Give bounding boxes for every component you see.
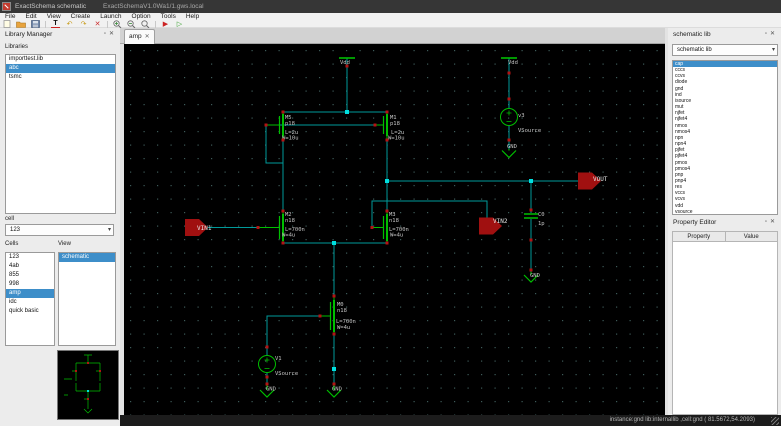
dock-close-icon[interactable]: ✕: [109, 31, 117, 37]
m3-width: W=4u: [390, 233, 403, 239]
window-subtitle: ExactSchemaV1.0Wa1/1.gws.local: [103, 0, 204, 13]
cells-label: Cells: [5, 241, 18, 247]
resize-grip-icon[interactable]: [771, 417, 779, 425]
step-icon[interactable]: ▷: [175, 21, 184, 28]
m2-width: W=4u: [282, 233, 295, 239]
symbol-library-combobox-value: schematic lib: [677, 47, 712, 53]
application-window: ExactSchema schematic ExactSchemaV1.0Wa1…: [0, 0, 781, 426]
dock-close-icon[interactable]: ✕: [770, 31, 778, 37]
tab-amp[interactable]: amp✕: [124, 29, 155, 44]
toolbar-separator: [155, 21, 156, 28]
toolbar-separator: [45, 21, 46, 28]
v1-type: VSource: [275, 371, 298, 377]
chevron-down-icon: ▾: [108, 225, 111, 236]
m0-model: n18: [337, 308, 347, 314]
delete-icon[interactable]: ✕: [93, 21, 102, 28]
tab-label: amp: [129, 33, 142, 40]
v1-name: V1: [275, 356, 282, 362]
m0-width: W=4u: [337, 325, 350, 331]
cell-item[interactable]: idc: [6, 298, 54, 307]
dock-close-icon[interactable]: ✕: [770, 219, 778, 225]
vdd-label: Vdd: [508, 60, 518, 66]
symbol-browser-panel: schematic lib ▫✕ schematic lib ▾ cap ccc…: [668, 28, 781, 216]
status-text: instance:gnd lib:internallib ,cell:gnd (…: [610, 417, 755, 423]
app-icon: [2, 2, 11, 11]
schematic-canvas[interactable]: Vdd Vdd M5 p18 L=2u W=10u: [124, 44, 665, 415]
run-icon[interactable]: ▶: [161, 21, 170, 28]
cell-item-selected[interactable]: amp: [6, 289, 54, 298]
libraries-label: Libraries: [5, 44, 28, 50]
undo-icon[interactable]: ↶: [65, 21, 74, 28]
library-manager-panel: Library Manager ▫✕ Libraries importtest.…: [0, 28, 120, 426]
gnd-label: GND: [332, 387, 342, 393]
toolbar: T ↶ ↷ ✕ ▶ ▷: [0, 21, 781, 28]
status-bar: instance:gnd lib:internallib ,cell:gnd (…: [120, 415, 781, 426]
v3-type: VSource: [518, 128, 541, 134]
c0-name: C0: [538, 212, 545, 218]
library-item-selected[interactable]: abc: [6, 64, 115, 73]
library-item[interactable]: tsmc: [6, 73, 115, 82]
property-column-header[interactable]: Property: [673, 232, 726, 241]
toolbar-separator: [107, 21, 108, 28]
redo-icon[interactable]: ↷: [79, 21, 88, 28]
cell-item[interactable]: quick basic: [6, 307, 54, 316]
cell-combobox[interactable]: 123 ▾: [5, 224, 114, 236]
save-icon[interactable]: [31, 20, 40, 28]
symbol-list[interactable]: cap cccs ccvs diode gnd ind isource mut …: [672, 60, 778, 215]
cell-combobox-value: 123: [10, 227, 20, 233]
menu-help[interactable]: Help: [181, 13, 204, 21]
gnd-label: GND: [507, 144, 517, 150]
v3-name: v3: [518, 113, 525, 119]
gnd-label: GND: [266, 387, 276, 393]
tab-close-icon[interactable]: ✕: [145, 34, 150, 40]
m1-model: p18: [390, 121, 400, 127]
library-manager-title: Library Manager: [0, 28, 120, 41]
property-table-body[interactable]: [672, 242, 778, 415]
symbol-item[interactable]: vsource: [673, 209, 777, 215]
cells-list[interactable]: 123 4ab 855 998 amp idc quick basic: [5, 252, 55, 346]
c0-value: 1p: [538, 221, 545, 227]
views-list[interactable]: schematic: [58, 252, 116, 346]
new-file-icon[interactable]: [3, 20, 11, 28]
cell-item[interactable]: 998: [6, 280, 54, 289]
m5-model: p18: [285, 121, 295, 127]
symbol-library-combobox[interactable]: schematic lib ▾: [672, 44, 778, 56]
title-bar: ExactSchema schematic ExactSchemaV1.0Wa1…: [0, 0, 781, 13]
cell-item[interactable]: 123: [6, 253, 54, 262]
value-column-header[interactable]: Value: [726, 232, 778, 241]
cell-item[interactable]: 4ab: [6, 262, 54, 271]
library-item[interactable]: importtest.lib: [6, 55, 115, 64]
libraries-list[interactable]: importtest.lib abc tsmc: [5, 54, 116, 214]
vout-label: VOUT: [593, 176, 608, 183]
gnd-label: GND: [530, 273, 540, 279]
property-editor-panel: Property Editor ▫✕ Property Value: [668, 216, 781, 426]
cell-label: cell: [5, 216, 14, 222]
view-item-selected[interactable]: schematic: [59, 253, 115, 262]
tab-bar: amp✕: [120, 28, 665, 44]
vin1-label: VIN1: [197, 225, 212, 232]
cell-item[interactable]: 855: [6, 271, 54, 280]
m1-width: W=10u: [388, 136, 405, 142]
window-title: ExactSchema schematic: [15, 0, 86, 13]
vin2-label: VIN2: [493, 218, 508, 225]
m2-model: n18: [285, 218, 295, 224]
view-label: View: [58, 241, 71, 247]
text-tool-icon[interactable]: T: [51, 20, 60, 28]
chevron-down-icon: ▾: [772, 45, 775, 56]
m3-model: n18: [389, 218, 399, 224]
open-folder-icon[interactable]: [16, 20, 26, 28]
property-table-header: Property Value: [672, 231, 778, 242]
preview-thumbnail: [57, 350, 119, 420]
